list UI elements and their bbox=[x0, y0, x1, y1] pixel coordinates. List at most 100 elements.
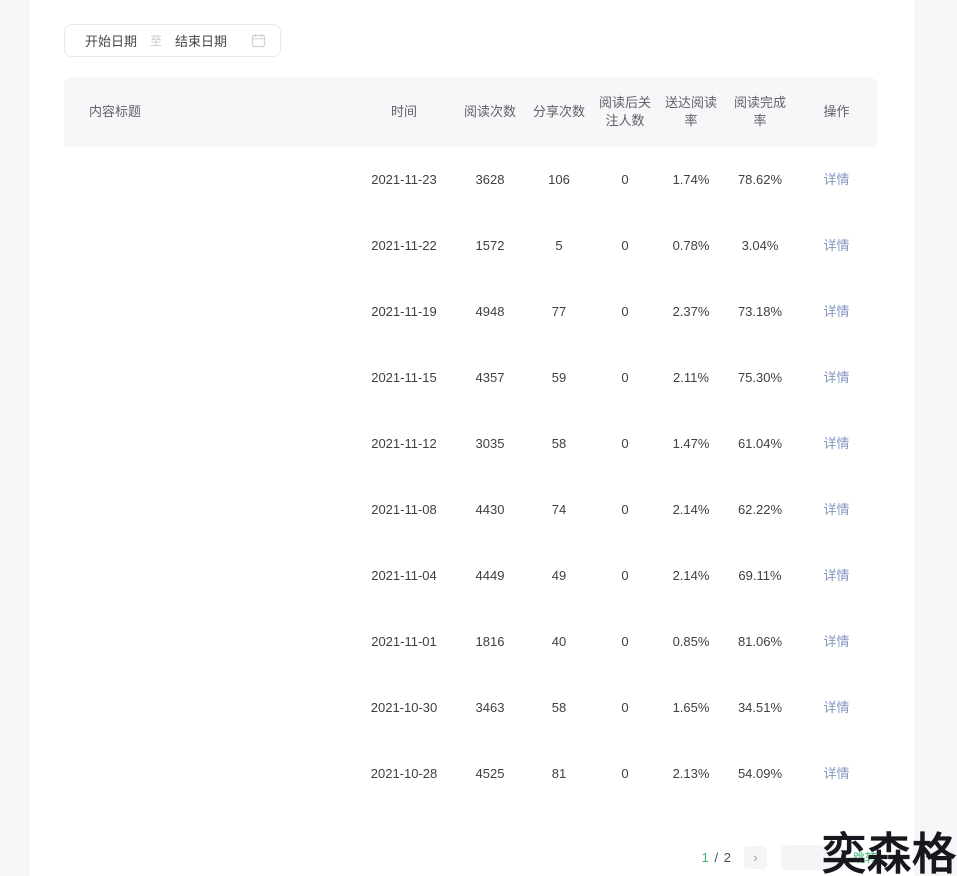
page-jump-input[interactable] bbox=[780, 844, 845, 870]
cell-action: 详情 bbox=[796, 237, 877, 255]
cell-action: 详情 bbox=[796, 369, 877, 387]
cell-follow-after-read: 0 bbox=[621, 172, 629, 187]
page-jump-button[interactable]: 跳转 bbox=[853, 849, 877, 866]
cell-read-completion-rate: 81.06% bbox=[737, 634, 783, 649]
cell-share-count: 5 bbox=[555, 238, 563, 253]
table-row: 2021-11-12 3035 58 0 1.47% 61.04% 详情 bbox=[64, 411, 877, 477]
cell-read-completion-rate: 34.51% bbox=[737, 700, 783, 715]
page-separator: / bbox=[714, 849, 720, 865]
detail-link[interactable]: 详情 bbox=[823, 370, 849, 385]
cell-action: 详情 bbox=[796, 633, 877, 651]
cell-delivery-read-rate: 1.47% bbox=[672, 436, 710, 451]
cell-action: 详情 bbox=[796, 303, 877, 321]
cell-follow-after-read: 0 bbox=[621, 634, 629, 649]
detail-link[interactable]: 详情 bbox=[823, 700, 849, 715]
cell-read-completion-rate: 3.04% bbox=[741, 238, 779, 253]
cell-follow-after-read: 0 bbox=[621, 568, 629, 583]
detail-link[interactable]: 详情 bbox=[823, 304, 849, 319]
date-range-separator: 至 bbox=[150, 34, 163, 48]
cell-follow-after-read: 0 bbox=[621, 502, 629, 517]
header-share-count: 分享次数 bbox=[532, 104, 585, 119]
detail-link[interactable]: 详情 bbox=[823, 634, 849, 649]
cell-follow-after-read: 0 bbox=[621, 238, 629, 253]
cell-delivery-read-rate: 0.78% bbox=[672, 238, 710, 253]
detail-link[interactable]: 详情 bbox=[823, 238, 849, 253]
detail-link[interactable]: 详情 bbox=[823, 502, 849, 517]
table-row: 2021-10-30 3463 58 0 1.65% 34.51% 详情 bbox=[64, 675, 877, 741]
stats-table: 内容标题 时间 阅读次数 分享次数 阅读后关注人数 送达阅读率 阅读完成率 操作… bbox=[64, 77, 877, 807]
current-page: 1 bbox=[701, 849, 710, 865]
cell-time: 2021-11-01 bbox=[371, 634, 437, 649]
cell-delivery-read-rate: 2.37% bbox=[672, 304, 710, 319]
cell-delivery-read-rate: 2.13% bbox=[672, 766, 710, 781]
cell-read-completion-rate: 62.22% bbox=[737, 502, 783, 517]
cell-follow-after-read: 0 bbox=[621, 370, 629, 385]
cell-delivery-read-rate: 0.85% bbox=[672, 634, 710, 649]
cell-delivery-read-rate: 2.11% bbox=[673, 370, 709, 385]
detail-link[interactable]: 详情 bbox=[823, 766, 849, 781]
cell-time: 2021-10-30 bbox=[370, 700, 438, 715]
calendar-icon[interactable] bbox=[251, 33, 266, 48]
cell-share-count: 59 bbox=[551, 370, 567, 385]
cell-action: 详情 bbox=[796, 567, 877, 585]
cell-share-count: 81 bbox=[551, 766, 567, 781]
cell-follow-after-read: 0 bbox=[621, 766, 629, 781]
cell-time: 2021-11-15 bbox=[371, 370, 437, 385]
cell-read-count: 4430 bbox=[475, 502, 505, 517]
cell-delivery-read-rate: 1.74% bbox=[672, 172, 710, 187]
cell-read-completion-rate: 69.11% bbox=[738, 568, 782, 583]
header-read-completion-rate: 阅读完成率 bbox=[733, 95, 786, 128]
cell-action: 详情 bbox=[796, 699, 877, 717]
content-panel: 开始日期 至 结束日期 内容标题 时间 阅读次数 分享次数 阅读后关注人数 送达… bbox=[30, 0, 914, 876]
header-read-count: 阅读次数 bbox=[463, 104, 516, 119]
cell-read-completion-rate: 78.62% bbox=[737, 172, 783, 187]
header-action: 操作 bbox=[823, 104, 850, 119]
cell-share-count: 106 bbox=[548, 172, 570, 187]
cell-follow-after-read: 0 bbox=[621, 436, 629, 451]
cell-time: 2021-11-12 bbox=[371, 436, 437, 451]
cell-action: 详情 bbox=[796, 765, 877, 783]
chevron-right-icon: › bbox=[753, 849, 758, 865]
header-content-title: 内容标题 bbox=[89, 104, 142, 119]
header-follow-after-read: 阅读后关注人数 bbox=[598, 95, 651, 128]
cell-read-count: 3035 bbox=[475, 436, 505, 451]
header-time: 时间 bbox=[390, 104, 417, 119]
detail-link[interactable]: 详情 bbox=[823, 436, 849, 451]
cell-time: 2021-10-28 bbox=[370, 766, 438, 781]
detail-link[interactable]: 详情 bbox=[823, 568, 849, 583]
table-row: 2021-11-15 4357 59 0 2.11% 75.30% 详情 bbox=[64, 345, 877, 411]
table-row: 2021-11-22 1572 5 0 0.78% 3.04% 详情 bbox=[64, 213, 877, 279]
date-range-picker[interactable]: 开始日期 至 结束日期 bbox=[64, 24, 281, 57]
cell-follow-after-read: 0 bbox=[621, 304, 629, 319]
table-row: 2021-10-28 4525 81 0 2.13% 54.09% 详情 bbox=[64, 741, 877, 807]
cell-time: 2021-11-22 bbox=[371, 238, 437, 253]
start-date-input[interactable]: 开始日期 bbox=[85, 31, 137, 50]
pagination: 1 / 2 › 跳转 bbox=[64, 844, 877, 870]
cell-time: 2021-11-08 bbox=[371, 502, 437, 517]
cell-read-count: 4948 bbox=[475, 304, 505, 319]
cell-time: 2021-11-04 bbox=[371, 568, 437, 583]
cell-time: 2021-11-19 bbox=[371, 304, 437, 319]
cell-read-count: 3628 bbox=[475, 172, 505, 187]
cell-share-count: 77 bbox=[551, 304, 567, 319]
cell-read-completion-rate: 61.04% bbox=[737, 436, 783, 451]
cell-read-count: 4357 bbox=[475, 370, 505, 385]
cell-share-count: 49 bbox=[551, 568, 567, 583]
table-row: 2021-11-01 1816 40 0 0.85% 81.06% 详情 bbox=[64, 609, 877, 675]
cell-action: 详情 bbox=[796, 171, 877, 189]
header-delivery-read-rate: 送达阅读率 bbox=[664, 95, 717, 128]
table-row: 2021-11-08 4430 74 0 2.14% 62.22% 详情 bbox=[64, 477, 877, 543]
detail-link[interactable]: 详情 bbox=[823, 172, 849, 187]
cell-action: 详情 bbox=[796, 435, 877, 453]
table-body: 2021-11-23 3628 106 0 1.74% 78.62% 详情 20… bbox=[64, 147, 877, 807]
page-indicator: 1 / 2 bbox=[702, 850, 732, 865]
cell-read-count: 3463 bbox=[475, 700, 505, 715]
cell-delivery-read-rate: 1.65% bbox=[672, 700, 710, 715]
cell-read-count: 4449 bbox=[475, 568, 505, 583]
end-date-input[interactable]: 结束日期 bbox=[175, 31, 227, 50]
table-header-row: 内容标题 时间 阅读次数 分享次数 阅读后关注人数 送达阅读率 阅读完成率 操作 bbox=[64, 77, 877, 147]
cell-read-count: 1816 bbox=[475, 634, 505, 649]
total-pages: 2 bbox=[723, 849, 732, 865]
table-row: 2021-11-19 4948 77 0 2.37% 73.18% 详情 bbox=[64, 279, 877, 345]
next-page-button[interactable]: › bbox=[743, 845, 767, 869]
